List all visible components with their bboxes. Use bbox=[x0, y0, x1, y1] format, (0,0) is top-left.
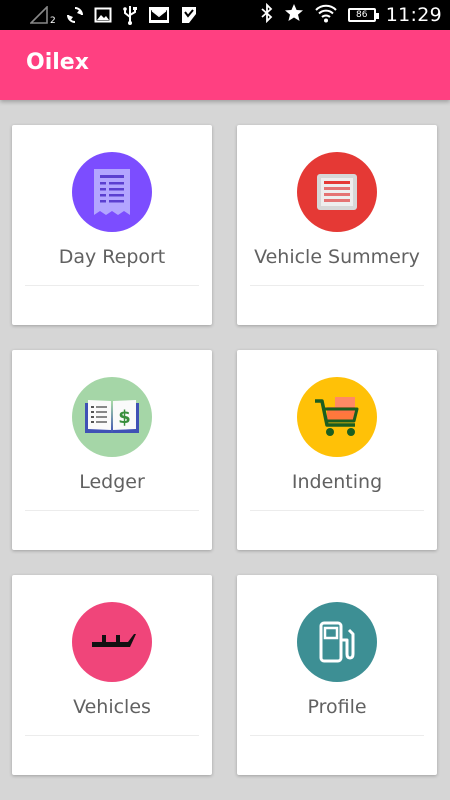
fuel-pump-icon bbox=[297, 602, 377, 682]
indenting-card[interactable]: Indenting bbox=[237, 350, 437, 550]
battery-icon: 86 bbox=[347, 8, 379, 22]
play-store-icon bbox=[180, 6, 198, 24]
vehicle-icon bbox=[72, 602, 152, 682]
app-title: Oilex bbox=[26, 50, 89, 75]
card-divider bbox=[25, 510, 199, 511]
clock: 11:29 bbox=[385, 4, 442, 26]
vehicle-summery-card[interactable]: Vehicle Summery bbox=[237, 125, 437, 325]
profile-label: Profile bbox=[307, 696, 367, 718]
day-report-label: Day Report bbox=[58, 246, 166, 268]
summary-list-icon bbox=[297, 152, 377, 232]
vehicles-card[interactable]: Vehicles bbox=[12, 575, 212, 775]
svg-text:$: $ bbox=[118, 407, 131, 428]
star-icon bbox=[284, 3, 304, 27]
ledger-card[interactable]: $ Ledger bbox=[12, 350, 212, 550]
day-report-card[interactable]: Day Report bbox=[12, 125, 212, 325]
indenting-label: Indenting bbox=[291, 471, 383, 493]
card-divider bbox=[250, 735, 424, 736]
status-bar-right: 86 11:29 bbox=[260, 2, 442, 28]
status-bar-left: 2 bbox=[30, 4, 198, 26]
mail-icon bbox=[148, 6, 170, 24]
status-bar: 2 86 11:29 bbox=[0, 0, 450, 30]
profile-card[interactable]: Profile bbox=[237, 575, 437, 775]
signal-icon bbox=[30, 6, 48, 24]
usb-icon bbox=[122, 5, 138, 25]
app-bar: Oilex bbox=[0, 30, 450, 100]
shopping-cart-icon bbox=[297, 377, 377, 457]
sync-icon bbox=[66, 6, 84, 24]
card-divider bbox=[250, 285, 424, 286]
card-divider bbox=[25, 735, 199, 736]
card-divider bbox=[250, 510, 424, 511]
battery-level: 86 bbox=[356, 9, 368, 20]
vehicles-label: Vehicles bbox=[73, 696, 151, 718]
card-divider bbox=[25, 285, 199, 286]
report-document-icon bbox=[72, 152, 152, 232]
ledger-book-icon: $ bbox=[72, 377, 152, 457]
ledger-label: Ledger bbox=[79, 471, 145, 493]
image-icon bbox=[94, 6, 112, 24]
vehicle-summery-label: Vehicle Summery bbox=[254, 246, 420, 268]
bluetooth-icon bbox=[260, 2, 274, 27]
signal-sim-label: 2 bbox=[50, 16, 56, 26]
wifi-icon bbox=[314, 3, 338, 27]
